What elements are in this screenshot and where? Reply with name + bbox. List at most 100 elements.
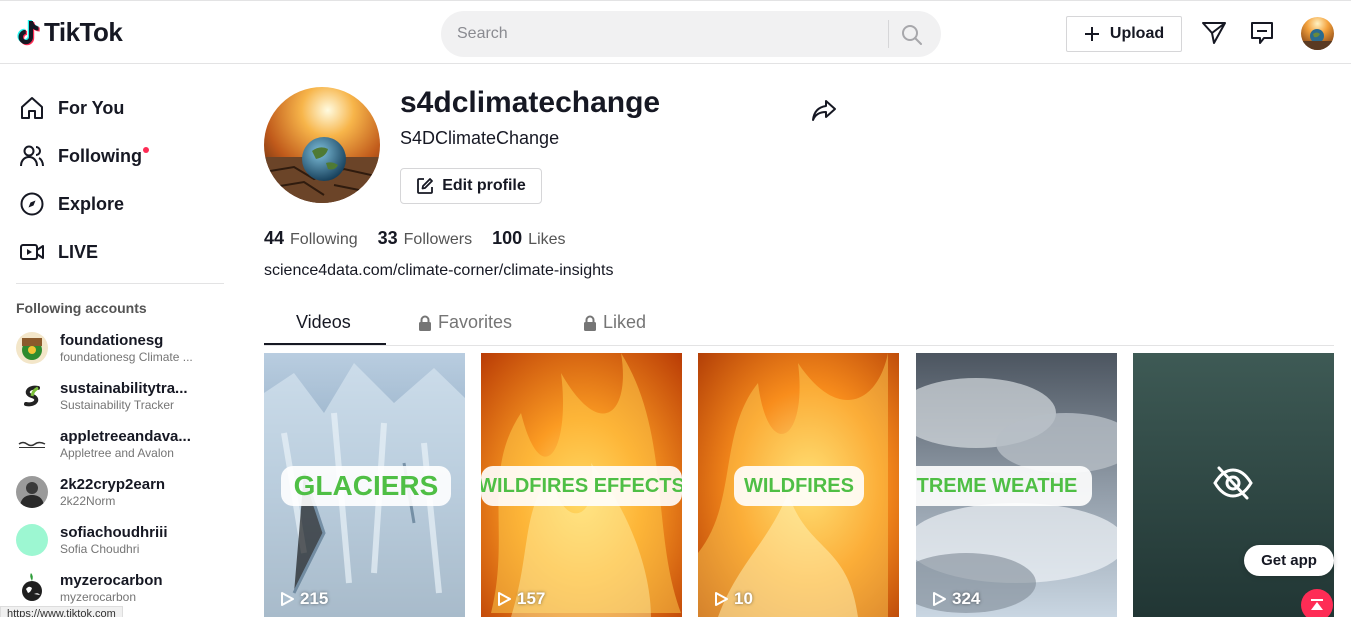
lock-icon xyxy=(584,315,596,331)
view-count-value: 157 xyxy=(517,589,546,608)
sidebar-divider xyxy=(16,283,224,284)
nav-label: For You xyxy=(58,97,125,118)
inbox-icon xyxy=(1251,22,1273,44)
send-icon xyxy=(1202,22,1226,44)
tab-videos[interactable]: Videos xyxy=(296,312,351,333)
upload-label: Upload xyxy=(1109,25,1165,42)
profile-tabs: Videos Favorites Liked xyxy=(264,304,1334,346)
following-icon xyxy=(18,142,46,170)
video-card[interactable]: WILDFIRES 10 xyxy=(698,353,899,617)
profile-nickname: S4DClimateChange xyxy=(400,128,560,148)
profile-stats: 44 Following 33 Followers 100 Likes xyxy=(264,228,566,249)
plus-icon xyxy=(1084,27,1099,41)
search-divider xyxy=(888,20,889,48)
stat-following[interactable]: 44 Following xyxy=(264,228,358,249)
tab-label: Videos xyxy=(296,312,351,332)
nav-explore[interactable]: Explore xyxy=(18,190,124,218)
search-input[interactable] xyxy=(441,25,861,43)
stat-number: 44 xyxy=(264,228,285,248)
avatar xyxy=(16,380,48,412)
play-icon xyxy=(498,592,511,606)
nav-following[interactable]: Following xyxy=(18,142,149,170)
video-title-overlay: GLACIERS xyxy=(281,466,451,506)
avatar xyxy=(16,476,48,508)
eye-hidden-icon xyxy=(1213,466,1253,500)
lock-icon xyxy=(419,315,431,331)
arrow-up-icon xyxy=(1311,599,1323,610)
get-app-button[interactable]: Get app xyxy=(1244,545,1334,576)
tab-label: Favorites xyxy=(438,312,513,332)
video-card[interactable]: WILDFIRES EFFECTS 157 xyxy=(481,353,682,617)
tiktok-logo[interactable]: TikTok xyxy=(16,17,123,48)
nav-for-you[interactable]: For You xyxy=(18,94,124,122)
account-name: Sofia Choudhri xyxy=(60,542,140,556)
play-icon xyxy=(933,592,946,606)
inbox-button[interactable] xyxy=(1248,19,1276,47)
nav-live[interactable]: LIVE xyxy=(18,238,98,266)
nav-label: LIVE xyxy=(58,241,99,262)
view-count: 10 xyxy=(713,589,753,609)
stat-label: Likes xyxy=(528,231,566,248)
avatar xyxy=(16,572,48,604)
nav-label: Following xyxy=(58,145,142,166)
account-name: 2k22Norm xyxy=(60,494,116,508)
profile-avatar[interactable] xyxy=(264,87,380,203)
play-icon xyxy=(281,592,294,606)
stat-followers[interactable]: 33 Followers xyxy=(378,228,473,249)
home-icon xyxy=(18,94,46,122)
compass-icon xyxy=(18,190,46,218)
account-username: sofiachoudhriii xyxy=(60,524,168,541)
logo-text: TikTok xyxy=(44,17,123,47)
view-count-value: 215 xyxy=(300,589,329,608)
profile-avatar-small[interactable] xyxy=(1301,17,1334,50)
video-card[interactable]: GLACIERS 215 xyxy=(264,353,465,617)
account-item[interactable]: myzerocarbon myzerocarbon xyxy=(16,572,221,604)
view-count: 215 xyxy=(279,589,328,609)
live-icon xyxy=(18,238,46,266)
avatar xyxy=(16,524,48,556)
profile-username: s4dclimatechange xyxy=(400,86,661,119)
back-to-top-button[interactable] xyxy=(1301,589,1333,617)
avatar xyxy=(16,332,48,364)
edit-profile-button[interactable]: Edit profile xyxy=(400,168,542,204)
stat-number: 33 xyxy=(377,228,398,248)
messages-button[interactable] xyxy=(1200,19,1228,47)
play-icon xyxy=(715,592,728,606)
account-name: myzerocarbon xyxy=(60,590,137,604)
account-item[interactable]: sofiachoudhriii Sofia Choudhri xyxy=(16,524,221,556)
account-name: foundationesg Climate ... xyxy=(60,350,193,364)
account-item[interactable]: 2k22cryp2earn 2k22Norm xyxy=(16,476,221,508)
view-count-value: 10 xyxy=(734,589,753,608)
stat-label: Followers xyxy=(403,231,473,248)
view-count-value: 324 xyxy=(952,589,981,608)
account-item[interactable]: foundationesg foundationesg Climate ... xyxy=(16,332,221,364)
nav-label: Explore xyxy=(58,193,125,214)
share-button[interactable] xyxy=(810,96,838,124)
status-bar-url: https://www.tiktok.com xyxy=(0,606,123,617)
upload-button[interactable]: Upload xyxy=(1066,16,1182,52)
video-title-overlay: WILDFIRES xyxy=(734,466,864,506)
sidebar: For You Following Explore LIVE Following… xyxy=(0,65,240,617)
account-username: appletreeandava... xyxy=(60,428,191,445)
stat-likes: 100 Likes xyxy=(492,228,565,249)
video-card[interactable]: TREME WEATHE 324 xyxy=(916,353,1117,617)
account-name: Sustainability Tracker xyxy=(60,398,175,412)
account-item[interactable]: sustainabilitytra... Sustainability Trac… xyxy=(16,380,221,412)
search-button[interactable] xyxy=(899,22,925,48)
account-item[interactable]: appletreeandava... Appletree and Avalon xyxy=(16,428,221,460)
stat-number: 100 xyxy=(492,228,523,248)
search-icon xyxy=(902,25,922,45)
tab-label: Liked xyxy=(603,312,647,332)
video-card-hidden[interactable] xyxy=(1133,353,1334,617)
following-accounts-heading: Following accounts xyxy=(16,300,147,316)
view-count: 157 xyxy=(496,589,545,609)
video-title-overlay: WILDFIRES EFFECTS xyxy=(481,466,682,506)
top-header: TikTok Upload xyxy=(0,0,1351,64)
bio-link[interactable]: science4data.com/climate-corner/climate-… xyxy=(264,262,613,280)
tab-favorites[interactable]: Favorites xyxy=(418,312,512,333)
tab-liked[interactable]: Liked xyxy=(583,312,646,333)
video-title-overlay: TREME WEATHE xyxy=(916,466,1092,506)
avatar xyxy=(16,428,48,460)
edit-profile-label: Edit profile xyxy=(442,177,526,194)
notification-dot xyxy=(142,146,149,153)
